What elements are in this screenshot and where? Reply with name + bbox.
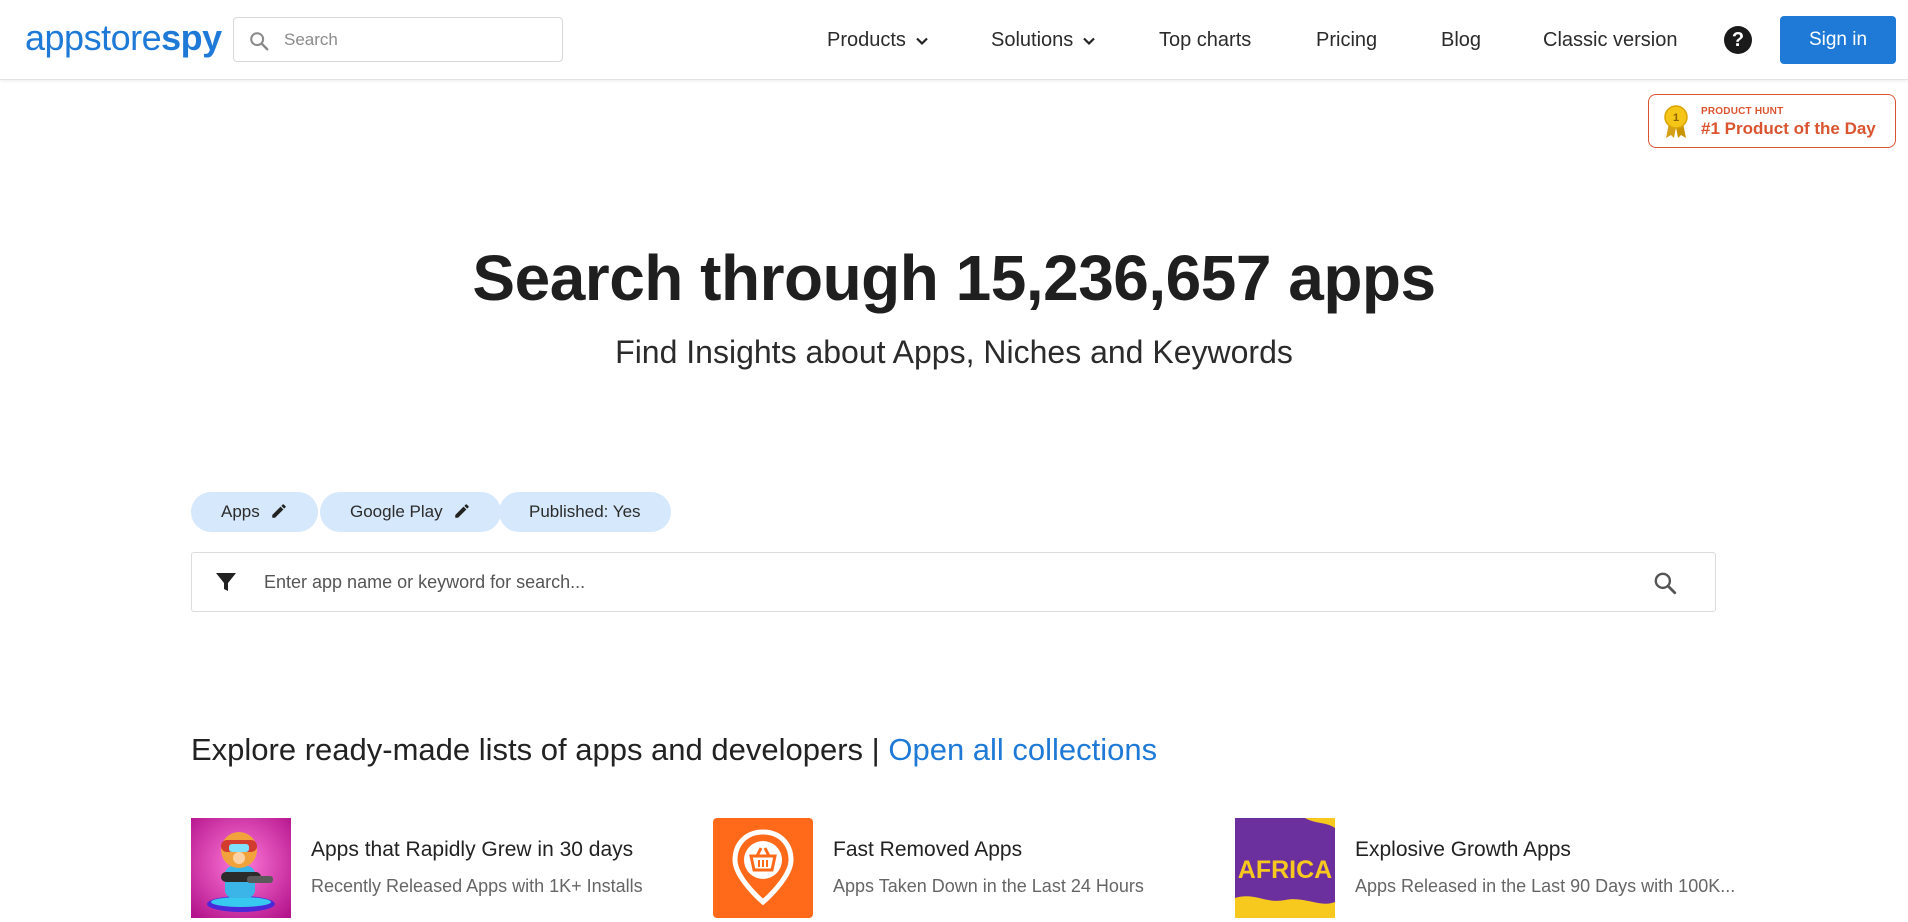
collection-subtitle: Apps Released in the Last 90 Days with 1… (1355, 876, 1736, 896)
chip-published-label: Published: Yes (529, 502, 641, 521)
chip-apps-label: Apps (221, 502, 260, 521)
badge-small-text: PRODUCT HUNT (1701, 106, 1784, 117)
search-icon (250, 32, 269, 51)
collection-thumbnail (713, 818, 813, 918)
chip-published[interactable]: Published: Yes (499, 492, 671, 532)
chip-apps[interactable]: Apps (191, 492, 318, 532)
africa-icon-text: AFRICA (1238, 856, 1332, 884)
header-search-input[interactable] (284, 18, 554, 61)
chip-google-play[interactable]: Google Play (320, 492, 501, 532)
badge-title: #1 Product of the Day (1701, 119, 1876, 138)
header-search (233, 17, 563, 62)
collection-item[interactable]: Apps that Rapidly Grew in 30 days Recent… (191, 818, 671, 918)
nav-products-label: Products (827, 29, 906, 51)
collection-title: Fast Removed Apps (833, 838, 1023, 861)
nav-products[interactable]: Products (827, 22, 930, 58)
nav-classic-version[interactable]: Classic version (1543, 22, 1677, 58)
hero-title: Search through 15,236,657 apps (472, 242, 1436, 314)
medal-number: 1 (1673, 112, 1679, 124)
nav-solutions-label: Solutions (991, 29, 1074, 51)
search-icon[interactable] (1652, 570, 1678, 596)
collection-item[interactable]: AFRICA Explosive Growth Apps Apps Releas… (1235, 818, 1735, 918)
game-character-icon (191, 818, 291, 918)
collection-item[interactable]: Fast Removed Apps Apps Taken Down in the… (713, 818, 1193, 918)
open-all-collections-link[interactable]: Open all collections (888, 732, 1157, 767)
collection-title: Apps that Rapidly Grew in 30 days (311, 838, 634, 861)
main-search-input[interactable] (264, 553, 1614, 611)
chevron-down-icon (916, 37, 928, 45)
collection-subtitle: Apps Taken Down in the Last 24 Hours (833, 876, 1144, 896)
chip-google-play-label: Google Play (350, 502, 443, 521)
nav-solutions[interactable]: Solutions (991, 22, 1097, 58)
logo-text-part2: spy (161, 17, 222, 58)
logo[interactable]: appstorespy (25, 16, 222, 60)
hero-subtitle: Find Insights about Apps, Niches and Key… (615, 334, 1293, 370)
product-hunt-badge[interactable]: 1 PRODUCT HUNT #1 Product of the Day (1648, 94, 1896, 148)
pencil-icon (454, 504, 469, 518)
filter-icon[interactable] (214, 570, 238, 594)
sign-in-button[interactable]: Sign in (1780, 16, 1896, 64)
explore-text: Explore ready-made lists of apps and dev… (191, 732, 880, 767)
nav-top-charts[interactable]: Top charts (1159, 22, 1251, 58)
top-header: appstorespy Products Solutions Top chart… (0, 0, 1908, 80)
nav-pricing[interactable]: Pricing (1316, 22, 1377, 58)
basket-pin-icon (713, 818, 813, 918)
collection-thumbnail (191, 818, 291, 918)
explore-heading: Explore ready-made lists of apps and dev… (191, 728, 1157, 772)
main-search-bar (191, 552, 1716, 612)
pencil-icon (272, 504, 286, 518)
medal-icon: 1 (1664, 105, 1688, 138)
africa-app-icon: AFRICA (1235, 818, 1335, 918)
nav-blog[interactable]: Blog (1441, 22, 1481, 58)
collection-title: Explosive Growth Apps (1355, 838, 1571, 861)
chevron-down-icon (1083, 37, 1096, 45)
collection-subtitle: Recently Released Apps with 1K+ Installs (311, 876, 643, 896)
logo-text-part1: appstore (25, 17, 162, 58)
collection-thumbnail: AFRICA (1235, 818, 1335, 918)
help-icon[interactable]: ? (1724, 26, 1752, 54)
